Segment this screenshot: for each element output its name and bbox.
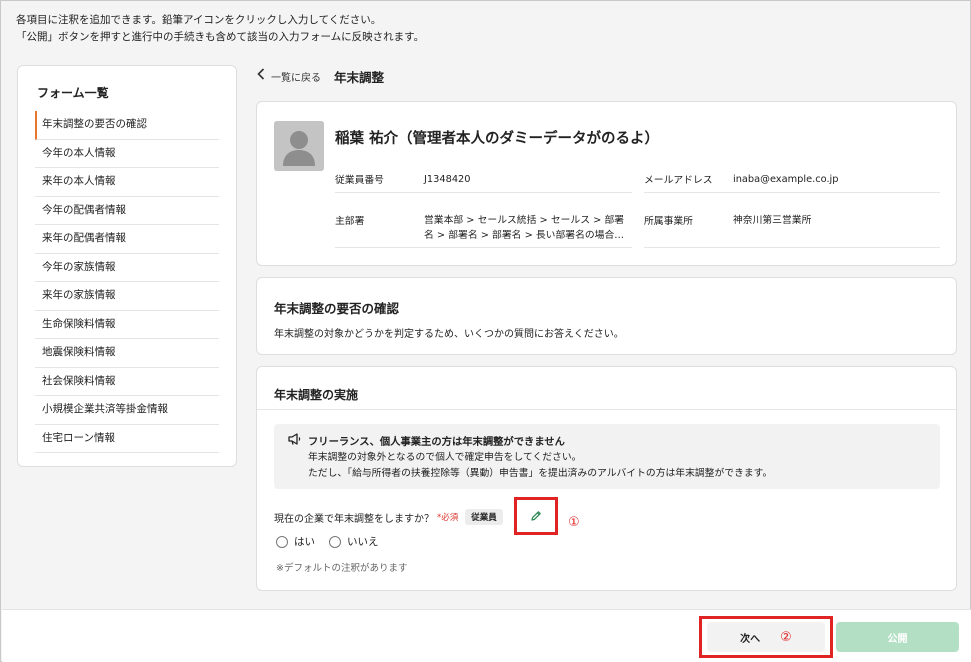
radio-yes-label: はい — [294, 536, 315, 548]
sidebar-item-this-year-family[interactable]: 今年の家族情報 — [35, 254, 219, 282]
department-row: 主部署 営業本部 > セールス統括 > セールス > 部署名 > 部署名 > 部… — [335, 213, 632, 248]
sidebar-title: フォーム一覧 — [37, 86, 109, 100]
footer-bar: 次へ ② 公開 — [2, 609, 971, 662]
year-end-implementation-card: 年末調整の実施 フリーランス、個人事業主の方は年末調整ができません 年末調整の対… — [256, 366, 957, 591]
email-row: メールアドレス inaba@example.co.jp — [644, 172, 940, 193]
office-label: 所属事業所 — [644, 216, 693, 227]
alert-title: フリーランス、個人事業主の方は年末調整ができません — [308, 435, 565, 448]
office-value: 神奈川第三営業所 — [733, 215, 812, 226]
edit-annotation-button[interactable] — [514, 497, 558, 535]
sidebar-item-next-year-self[interactable]: 来年の本人情報 — [35, 168, 219, 197]
employee-profile-card: 稲葉 祐介（管理者本人のダミーデータがのるよ） 従業員番号 J1348420 メ… — [256, 101, 957, 266]
alert-title-row: フリーランス、個人事業主の方は年末調整ができません — [288, 433, 940, 450]
sidebar-item-this-year-spouse[interactable]: 今年の配偶者情報 — [35, 197, 219, 225]
employee-badge: 従業員 — [465, 509, 503, 525]
radio-circle — [276, 535, 288, 548]
email-label: メールアドレス — [644, 175, 713, 186]
back-to-list-link[interactable]: 一覧に戻る — [257, 68, 321, 84]
radio-no-label: いいえ — [347, 536, 379, 548]
publish-button[interactable]: 公開 — [836, 622, 959, 652]
chevron-left-icon — [257, 68, 265, 84]
annotation-marker-2: ② — [780, 629, 792, 645]
employee-name: 稲葉 祐介（管理者本人のダミーデータがのるよ） — [335, 131, 660, 147]
pencil-icon — [530, 507, 542, 526]
next-button-label: 次へ — [740, 633, 761, 645]
annotation-marker-1: ① — [568, 515, 580, 530]
breadcrumb: 一覧に戻る 年末調整 — [257, 67, 384, 85]
radio-circle — [329, 535, 341, 548]
check-section-description: 年末調整の対象かどうかを判定するため、いくつかの質問にお答えください。 — [274, 329, 624, 340]
employee-no-label: 従業員番号 — [335, 175, 384, 186]
email-value: inaba@example.co.jp — [733, 174, 839, 185]
freelance-alert: フリーランス、個人事業主の方は年末調整ができません 年末調整の対象外となるので個… — [274, 424, 940, 489]
sidebar-item-housing-loan[interactable]: 住宅ローン情報 — [35, 425, 219, 453]
sidebar-item-this-year-self[interactable]: 今年の本人情報 — [35, 140, 219, 168]
top-notice: 各項目に注釈を追加できます。鉛筆アイコンをクリックし入力してください。 「公開」… — [1, 1, 970, 57]
employee-no-row: 従業員番号 J1348420 — [335, 172, 632, 193]
year-end-check-card: 年末調整の要否の確認 年末調整の対象かどうかを判定するため、いくつかの質問にお答… — [256, 277, 957, 355]
yes-no-radio-group: はい いいえ — [276, 534, 393, 549]
sidebar-item-next-year-spouse[interactable]: 来年の配偶者情報 — [35, 225, 219, 254]
question-row: 現在の企業で年末調整をしますか？ *必須 従業員 — [274, 509, 503, 525]
department-label: 主部署 — [335, 216, 365, 227]
sidebar-item-social-insurance[interactable]: 社会保険料情報 — [35, 368, 219, 396]
sidebar-item-year-end-check[interactable]: 年末調整の要否の確認 — [35, 111, 219, 140]
default-annotation-note: ※デフォルトの注釈があります — [276, 563, 408, 574]
required-mark: *必須 — [437, 513, 459, 523]
page-title: 年末調整 — [334, 69, 385, 85]
check-section-title: 年末調整の要否の確認 — [274, 301, 400, 316]
next-button-highlight: 次へ ② — [699, 616, 833, 658]
alert-line-2: ただし、「給与所得者の扶養控除等（異動）申告書」を提出済みのアルバイトの方は年末… — [308, 468, 773, 479]
sidebar-item-next-year-family[interactable]: 来年の家族情報 — [35, 282, 219, 311]
radio-no[interactable]: いいえ — [329, 534, 379, 549]
next-button[interactable]: 次へ ② — [707, 622, 825, 652]
back-link-label: 一覧に戻る — [271, 72, 321, 84]
alert-line-1: 年末調整の対象外となるので個人で確定申告をしてください。 — [308, 452, 582, 463]
question-label: 現在の企業で年末調整をしますか？ — [274, 513, 434, 525]
impl-section-title: 年末調整の実施 — [274, 388, 359, 402]
avatar — [274, 121, 324, 171]
divider — [257, 409, 956, 410]
department-value: 営業本部 > セールス統括 > セールス > 部署名 > 部署名 > 部署名 >… — [424, 215, 625, 241]
notice-line-2: 「公開」ボタンを押すと進行中の手続きも含めて該当の入力フォームに反映されます。 — [16, 31, 425, 43]
sidebar-item-earthquake-insurance[interactable]: 地震保険料情報 — [35, 339, 219, 368]
notice-line-1: 各項目に注釈を追加できます。鉛筆アイコンをクリックし入力してください。 — [16, 14, 382, 26]
sidebar-item-life-insurance[interactable]: 生命保険料情報 — [35, 311, 219, 339]
app-frame: 各項目に注釈を追加できます。鉛筆アイコンをクリックし入力してください。 「公開」… — [0, 0, 971, 662]
radio-yes[interactable]: はい — [276, 534, 315, 549]
sidebar-item-small-business-mutual-aid[interactable]: 小規模企業共済等掛金情報 — [35, 396, 219, 425]
user-silhouette-icon — [274, 121, 324, 171]
office-row: 所属事業所 神奈川第三営業所 — [644, 213, 940, 248]
megaphone-icon — [288, 433, 301, 450]
form-list-sidebar: フォーム一覧 年末調整の要否の確認 今年の本人情報 来年の本人情報 今年の配偶者… — [17, 65, 237, 467]
employee-no-value: J1348420 — [424, 174, 471, 185]
